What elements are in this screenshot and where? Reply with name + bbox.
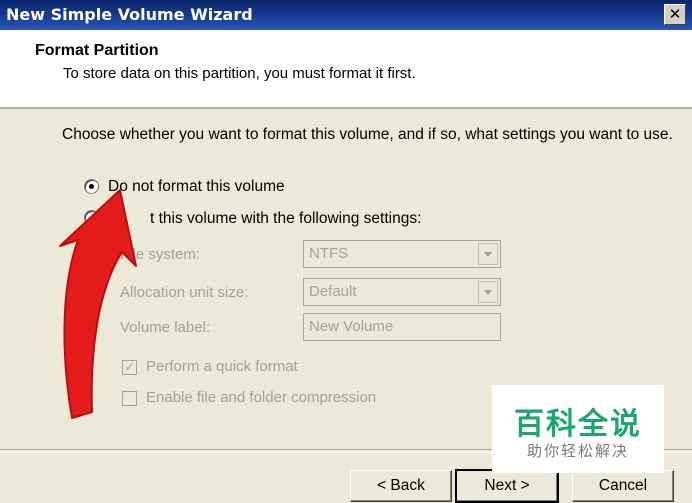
watermark: 百科全说 助你轻松解决	[492, 385, 664, 473]
arrow-shape	[59, 189, 137, 419]
cancel-button[interactable]: Cancel	[572, 470, 674, 502]
watermark-title: 百科全说	[514, 407, 642, 442]
back-button[interactable]: < Back	[350, 470, 452, 502]
watermark-subtitle: 助你轻松解决	[526, 442, 629, 460]
next-button[interactable]: Next >	[455, 469, 559, 503]
